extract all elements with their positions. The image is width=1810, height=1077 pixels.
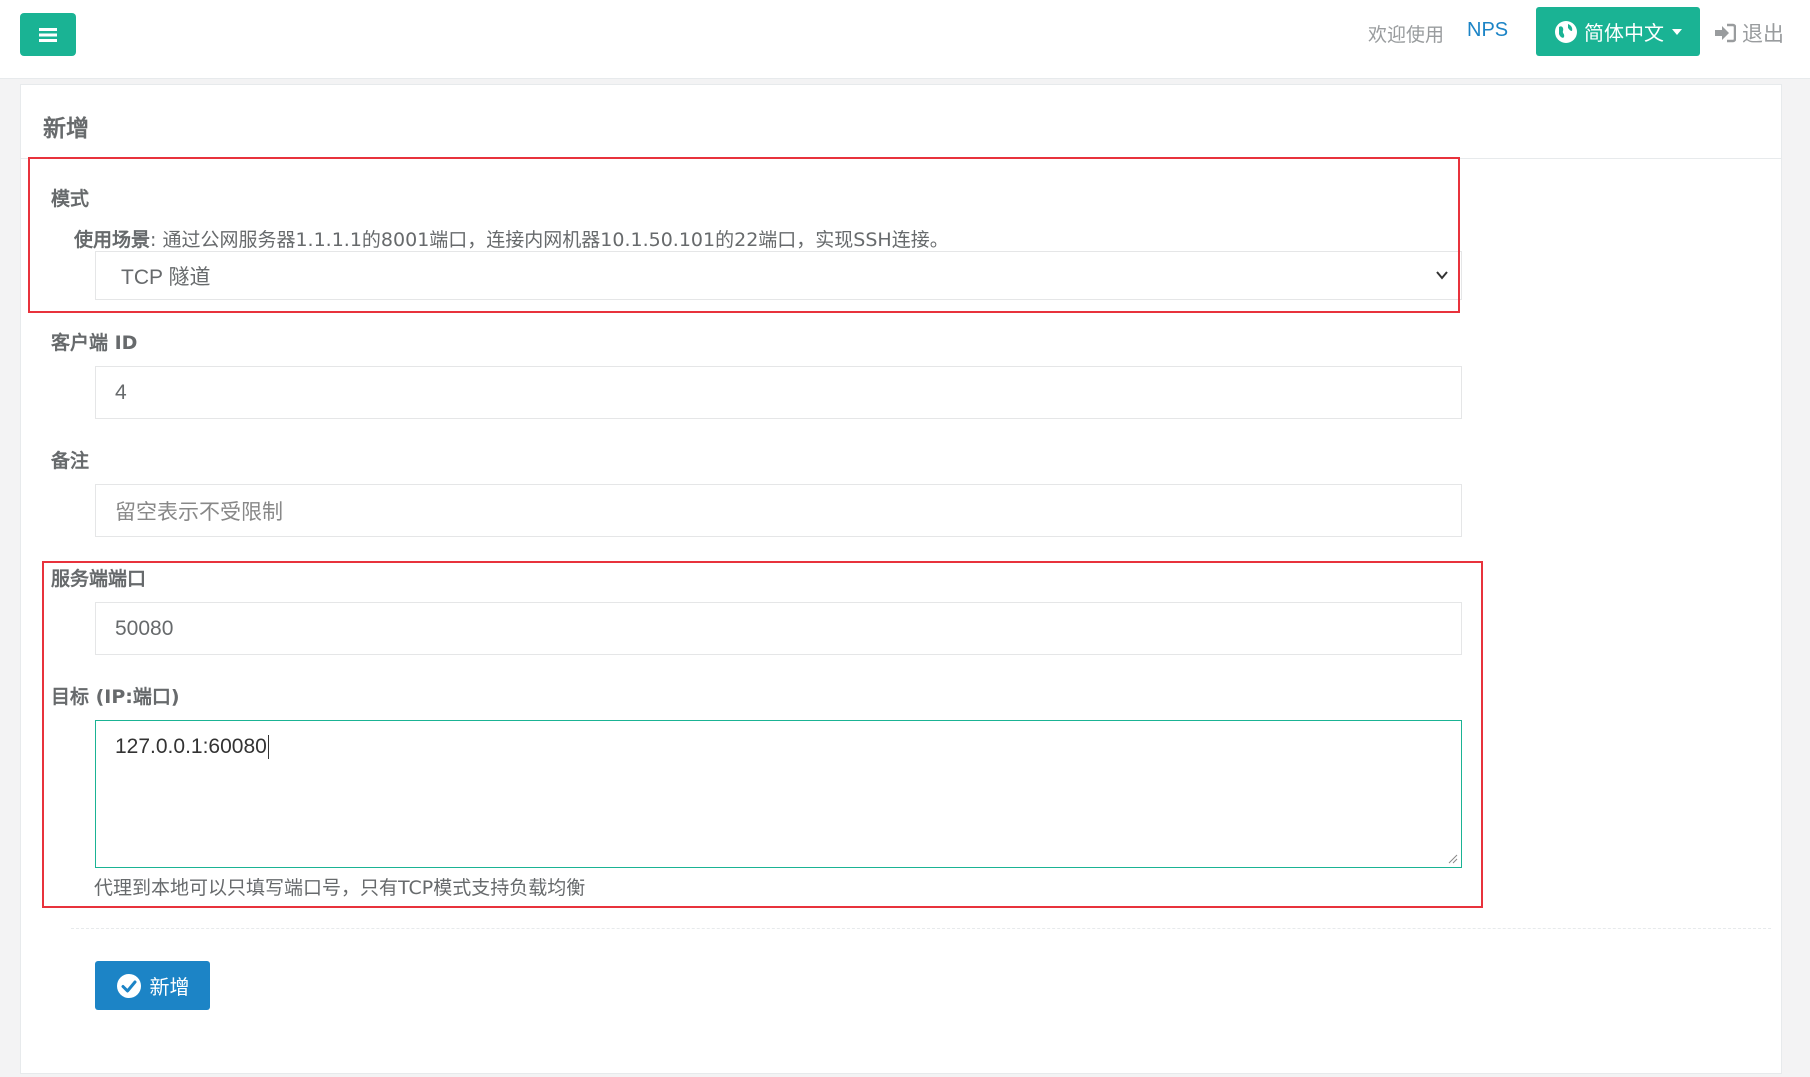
panel-title: 新增: [43, 116, 89, 142]
form-divider: [71, 928, 1771, 929]
menu-toggle-button[interactable]: [20, 13, 76, 56]
client-id-value: 4: [115, 380, 127, 404]
bars-icon: [39, 27, 57, 42]
language-dropdown-button[interactable]: 简体中文: [1536, 7, 1700, 56]
globe-icon: [1555, 20, 1577, 43]
remark-placeholder: 留空表示不受限制: [115, 500, 283, 524]
logout-link[interactable]: 退出: [1714, 18, 1784, 48]
sign-out-icon: [1715, 23, 1736, 43]
mode-highlight-box: [28, 157, 1460, 313]
language-label: 简体中文: [1584, 21, 1664, 45]
port-target-highlight-box: [42, 561, 1483, 908]
submit-label: 新增: [149, 975, 190, 999]
remark-label: 备注: [51, 450, 90, 472]
welcome-text: 欢迎使用: [1368, 24, 1445, 46]
top-navbar: 欢迎使用 NPS 简体中文 退出: [0, 0, 1810, 79]
submit-button[interactable]: 新增: [95, 961, 210, 1010]
caret-down-icon: [1672, 28, 1682, 35]
client-id-input[interactable]: 4: [95, 366, 1462, 419]
check-circle-icon: [116, 973, 141, 998]
remark-input[interactable]: 留空表示不受限制: [95, 484, 1462, 537]
brand-link[interactable]: NPS: [1467, 19, 1508, 42]
logout-label: 退出: [1742, 22, 1784, 46]
client-id-label: 客户端 ID: [51, 332, 138, 354]
